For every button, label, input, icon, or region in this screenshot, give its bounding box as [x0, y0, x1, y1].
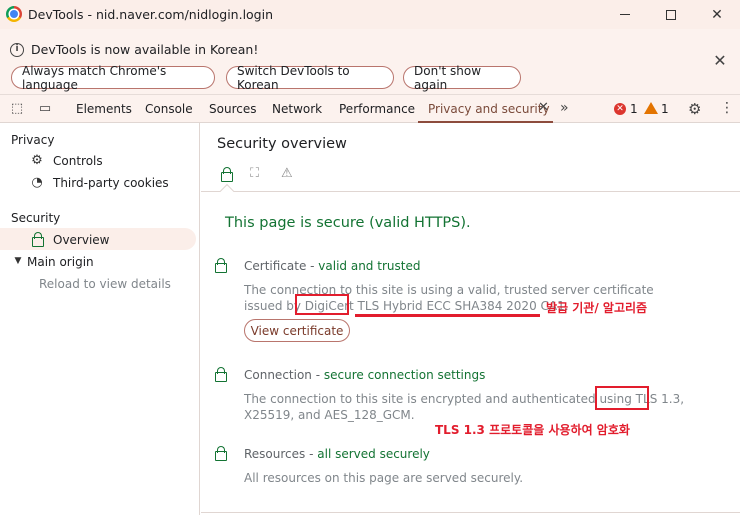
close-window-button[interactable]: ✕: [694, 0, 740, 29]
sidebar-item-overview[interactable]: Overview: [53, 233, 110, 247]
privacy-heading: Privacy: [11, 133, 55, 147]
sidebar-item-controls[interactable]: Controls: [53, 154, 103, 168]
switch-to-korean-button[interactable]: Switch DevTools to Korean: [226, 64, 394, 92]
dont-show-again-button[interactable]: Don't show again: [403, 64, 521, 92]
algorithm-underline: [355, 314, 540, 317]
tab-network[interactable]: Network: [272, 102, 322, 116]
page-title: Security overview: [217, 136, 347, 152]
tab-elements[interactable]: Elements: [76, 102, 132, 116]
close-infobar-icon[interactable]: ✕: [712, 53, 728, 69]
sidebar-item-third-party-cookies[interactable]: Third-party cookies: [53, 176, 169, 190]
close-tab-icon[interactable]: ✕: [538, 100, 549, 115]
warning-count[interactable]: 1: [661, 102, 669, 116]
connection-label: Connection -: [244, 368, 324, 382]
device-toolbar-icon[interactable]: ▭: [37, 101, 53, 117]
certificate-heading: Certificate - valid and trusted: [244, 259, 420, 273]
error-count[interactable]: 1: [630, 102, 638, 116]
minimize-icon: [620, 14, 630, 15]
gear-icon: ⚙: [31, 153, 43, 168]
tab-privacy-and-security[interactable]: Privacy and security: [428, 102, 550, 116]
tab-console[interactable]: Console: [145, 102, 193, 116]
warning-icon[interactable]: [644, 102, 658, 114]
sidebar-item-main-origin[interactable]: Main origin: [27, 255, 94, 269]
connection-cipher: X25519, and AES_128_GCM.: [244, 408, 415, 422]
connection-status: secure connection settings: [323, 368, 486, 382]
lock-icon: [215, 446, 227, 461]
warning-outline-icon[interactable]: ⚠: [281, 166, 293, 181]
connection-text: The connection to this site is encrypted…: [244, 392, 636, 406]
tab-sources[interactable]: Sources: [209, 102, 256, 116]
resources-label: Resources -: [244, 447, 318, 461]
tls-annotation: TLS 1.3 프로토콜을 사용하여 암호화: [435, 423, 630, 437]
certificate-label: Certificate -: [244, 259, 319, 273]
resources-description: All resources on this page are served se…: [244, 471, 524, 485]
always-match-language-button[interactable]: Always match Chrome's language: [11, 64, 215, 92]
info-icon: i: [10, 43, 24, 57]
maximize-button[interactable]: [648, 0, 694, 29]
view-certificate-button[interactable]: View certificate: [244, 319, 350, 342]
maximize-icon: [666, 9, 676, 20]
lock-icon: [32, 232, 44, 247]
active-tab-indicator: [418, 121, 553, 123]
secure-status-message: This page is secure (valid HTTPS).: [225, 215, 471, 231]
resources-status: all served securely: [317, 447, 430, 461]
chrome-logo-icon: [6, 6, 22, 22]
window-titlebar: DevTools - nid.naver.com/nidlogin.login …: [0, 0, 740, 29]
tls-highlight-box: [595, 386, 649, 410]
lock-icon: [215, 258, 227, 273]
cookie-icon: ◔: [31, 175, 43, 190]
minimize-button[interactable]: [602, 0, 648, 29]
infobar-message: DevTools is now available in Korean!: [31, 42, 259, 57]
sidebar-item-reload: Reload to view details: [39, 277, 171, 291]
window-title: DevTools - nid.naver.com/nidlogin.login: [28, 7, 274, 22]
selection-notch: [219, 183, 235, 199]
issuer-algorithm: TLS Hybrid ECC SHA384 2020 CA1.: [353, 299, 569, 313]
gear-icon[interactable]: ⚙: [688, 100, 701, 118]
error-icon[interactable]: ✕: [614, 103, 626, 115]
divider: [201, 191, 740, 192]
triangle-down-icon[interactable]: ▼: [10, 253, 26, 269]
lock-icon[interactable]: [221, 167, 233, 182]
inspect-element-icon[interactable]: ⬚: [9, 101, 25, 117]
resources-heading: Resources - all served securely: [244, 447, 430, 461]
lock-scan-icon[interactable]: ⛶: [250, 166, 259, 181]
certificate-issuer-line: issued by DigiCert TLS Hybrid ECC SHA384…: [244, 298, 569, 315]
lock-icon: [215, 367, 227, 382]
divider: [201, 512, 740, 513]
more-tabs-icon[interactable]: »: [560, 100, 569, 116]
security-heading: Security: [11, 211, 61, 225]
issuer-highlight-box: [295, 294, 349, 315]
certificate-status: valid and trusted: [318, 259, 421, 273]
more-options-icon[interactable]: ⋮: [720, 100, 734, 116]
issuer-annotation: 발급 기관/ 알고리즘: [546, 301, 648, 315]
tab-performance[interactable]: Performance: [339, 102, 415, 116]
connection-heading: Connection - secure connection settings: [244, 368, 485, 382]
